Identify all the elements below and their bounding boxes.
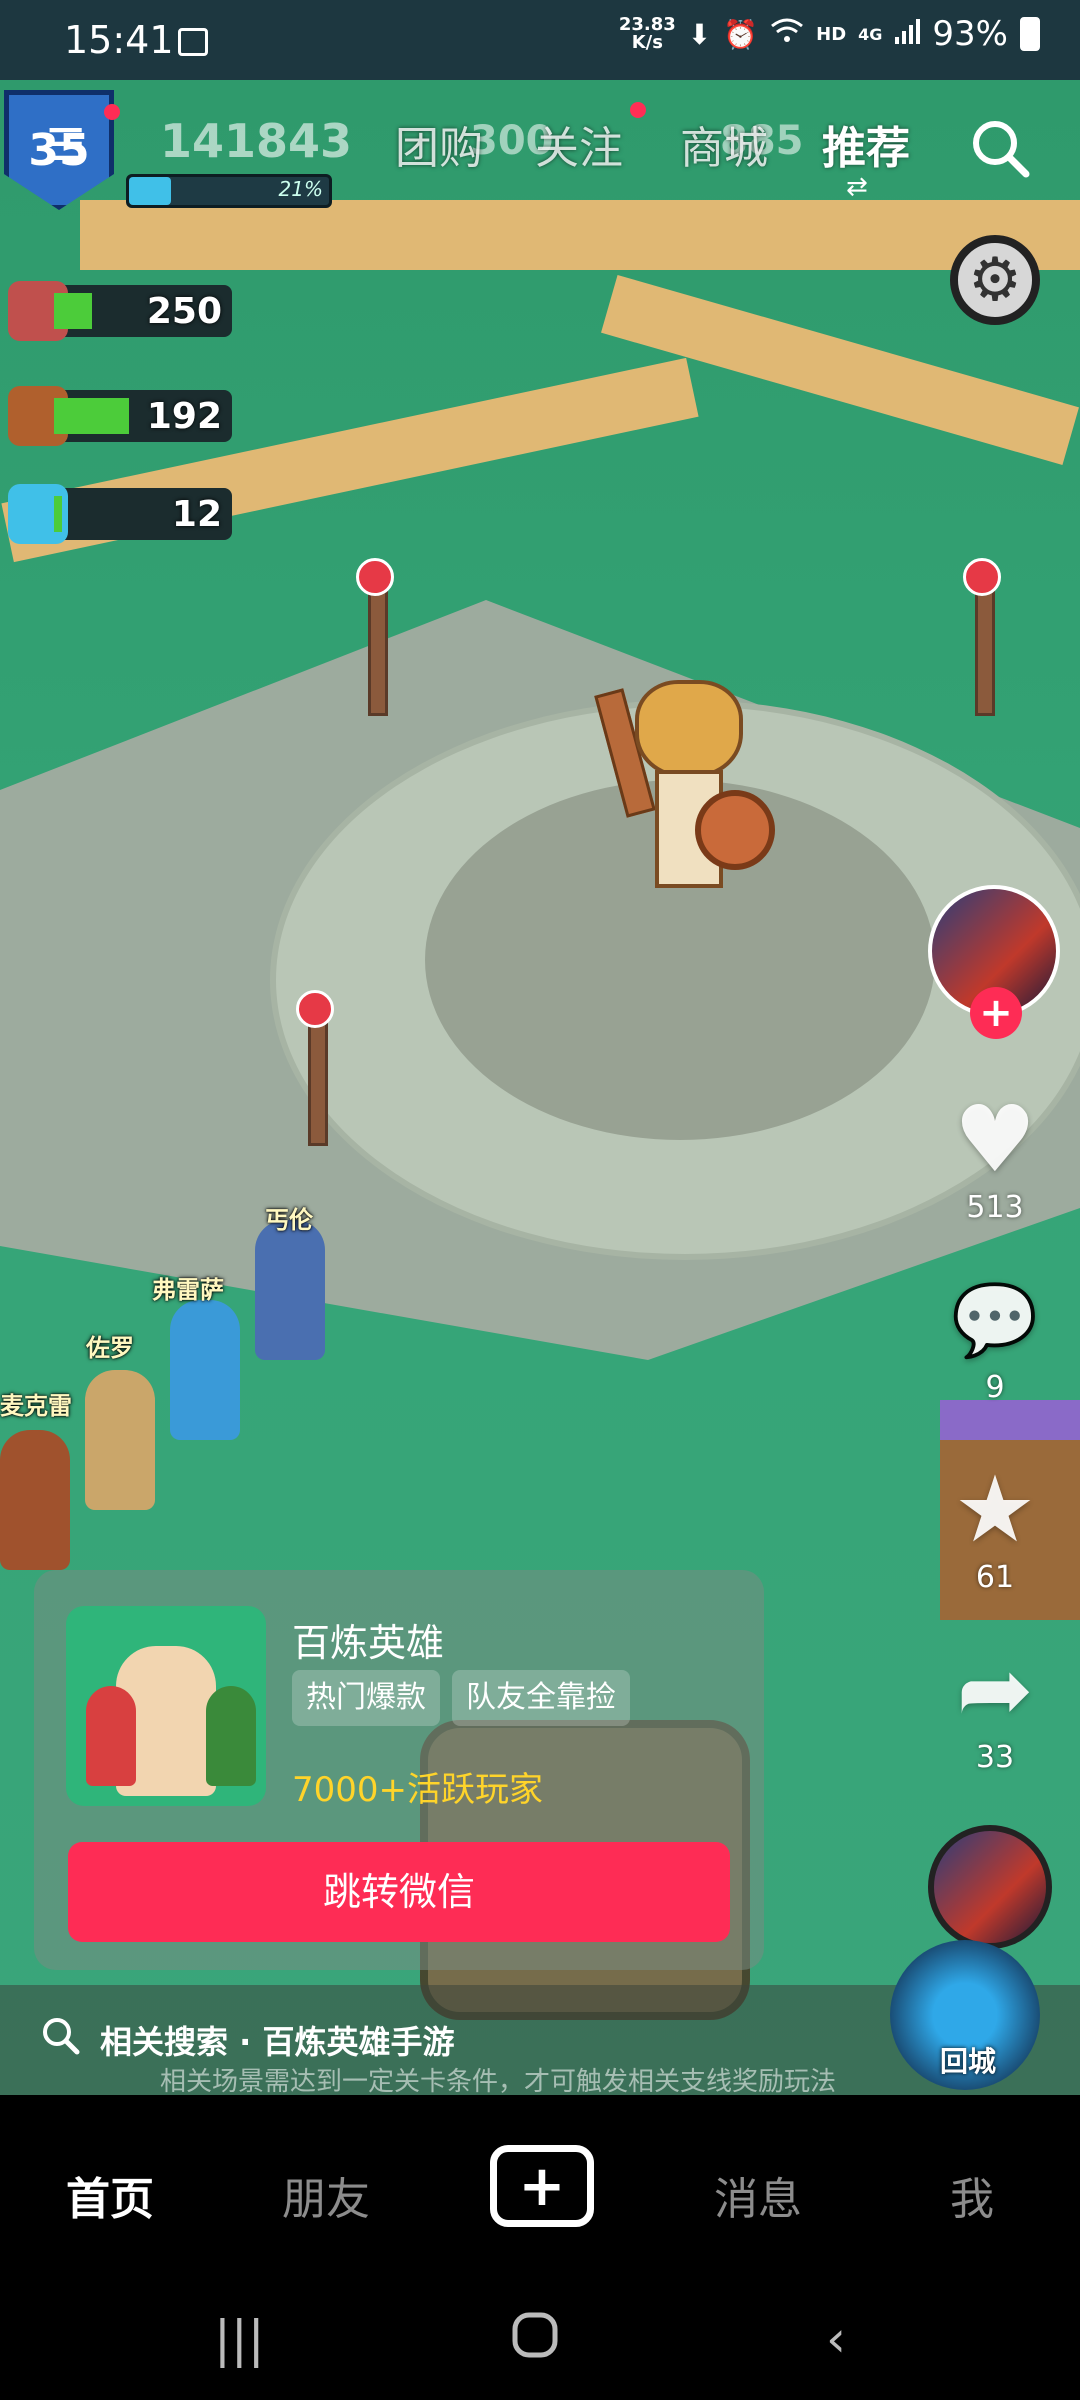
search-icon [40, 2015, 80, 2064]
notification-dot [104, 104, 120, 120]
game-title: 百炼英雄 [292, 1621, 445, 1665]
like-button[interactable]: ♥ 513 [940, 1086, 1050, 1226]
dummy-head [635, 680, 743, 778]
wood-resource: 192 [8, 386, 232, 446]
hero-name-label: 弗雷萨 [152, 1276, 224, 1304]
meat-fill [54, 293, 92, 329]
hero-zorro[interactable] [85, 1370, 155, 1510]
comment-icon: 💬 [951, 1279, 1039, 1361]
signal-icon [894, 17, 921, 52]
music-disc[interactable] [928, 1825, 1052, 1949]
hero-name-label: 丐伦 [265, 1206, 313, 1234]
crystal-value: 12 [171, 494, 222, 535]
nav-me[interactable]: 我 [950, 2163, 994, 2227]
hero-galen[interactable] [255, 1220, 325, 1360]
hero-mccree[interactable] [0, 1430, 70, 1570]
game-tag: 队友全靠捡 [452, 1670, 630, 1726]
ad-card[interactable]: 百炼英雄 热门爆款 队友全靠捡 7000+活跃玩家 跳转微信 [34, 1570, 764, 1970]
swap-icon[interactable]: ⇄ [846, 172, 882, 202]
game-tag: 热门爆款 [292, 1670, 440, 1726]
network-type: 4G [858, 24, 883, 44]
hero-name-label: 佐罗 [86, 1334, 134, 1362]
dummy-shield [695, 790, 775, 870]
status-bar: 15:41 23.83 K/s ⬇ ⏰ HD 4G 93% [0, 0, 1080, 80]
tab-following[interactable]: 关注 [535, 112, 623, 176]
favorite-count: 61 [975, 1560, 1015, 1595]
post-top [296, 990, 334, 1028]
tab-mall[interactable]: 商城 [680, 112, 768, 176]
network-speed: 23.83 K/s [619, 16, 676, 52]
comment-button[interactable]: 💬 9 [940, 1270, 1050, 1405]
crystal-resource: 12 [8, 484, 232, 544]
alarm-icon: ⏰ [723, 17, 759, 51]
status-icons: 23.83 K/s ⬇ ⏰ HD 4G 93% [619, 14, 1040, 54]
nav-home[interactable]: 首页 [66, 2163, 154, 2227]
wood-fill [54, 398, 129, 434]
comment-count: 9 [985, 1370, 1005, 1405]
hamburger-icon[interactable]: ☰ [46, 120, 85, 171]
favorite-button[interactable]: ★ 61 [940, 1456, 1050, 1596]
like-count: 513 [966, 1190, 1024, 1225]
post-top [356, 558, 394, 596]
status-time: 15:41 [64, 18, 174, 62]
open-wechat-button[interactable]: 跳转微信 [68, 1842, 730, 1942]
battery-icon [1020, 17, 1040, 51]
top-nav: ☰ 团购 关注 商城 推荐 ⇄ [0, 80, 1080, 210]
fence-post [975, 590, 995, 716]
home-icon[interactable] [510, 2310, 560, 2372]
active-players: 7000+活跃玩家 [292, 1770, 544, 1810]
meat-value: 250 [146, 291, 222, 332]
heart-icon: ♥ [953, 1086, 1037, 1193]
follow-plus-icon[interactable]: + [970, 987, 1022, 1039]
back-icon[interactable]: ‹ [826, 2310, 846, 2368]
wood-value: 192 [146, 396, 222, 437]
hero-name-label: 麦克雷 [0, 1392, 72, 1420]
post-top [963, 558, 1001, 596]
download-notification-icon: ⬇ [687, 17, 712, 51]
fence-post [308, 1020, 328, 1146]
wifi-icon [770, 17, 804, 52]
gallery-notification-icon [178, 28, 208, 56]
hero-fresa[interactable] [170, 1300, 240, 1440]
nav-messages[interactable]: 消息 [714, 2163, 802, 2227]
settings-gear-icon[interactable]: ⚙ [950, 235, 1040, 325]
recents-icon[interactable]: ||| [214, 2310, 265, 2368]
crystal-fill [54, 496, 62, 532]
share-count: 33 [975, 1740, 1015, 1775]
nav-friends[interactable]: 朋友 [282, 2163, 370, 2227]
related-search-text: 相关搜索 · 百炼英雄手游 [100, 2023, 455, 2061]
system-nav: ||| ‹ [0, 2280, 1080, 2400]
tab-recommend[interactable]: 推荐 [822, 112, 910, 176]
share-button[interactable]: ➦ 33 [940, 1636, 1050, 1776]
tab-group-buy[interactable]: 团购 [395, 112, 483, 176]
share-arrow-icon: ➦ [956, 1636, 1034, 1743]
star-icon: ★ [953, 1456, 1037, 1563]
meat-resource: 250 [8, 281, 232, 341]
training-dummy[interactable] [594, 680, 775, 940]
video-subtitle: 相关场景需达到一定关卡条件，才可触发相关支线奖励玩法 [160, 2067, 837, 2097]
bottom-nav: 首页 朋友 + 消息 我 [0, 2095, 1080, 2280]
network-speed-unit: K/s [631, 32, 663, 53]
search-icon[interactable] [968, 116, 1032, 180]
game-cover-image [66, 1606, 266, 1806]
battery-percent: 93% [932, 14, 1008, 54]
return-city-label: 回城 [940, 2045, 997, 2078]
fence-post [368, 590, 388, 716]
notification-dot [630, 102, 646, 118]
hd-label: HD [816, 23, 847, 45]
create-plus-icon[interactable]: + [490, 2145, 594, 2227]
